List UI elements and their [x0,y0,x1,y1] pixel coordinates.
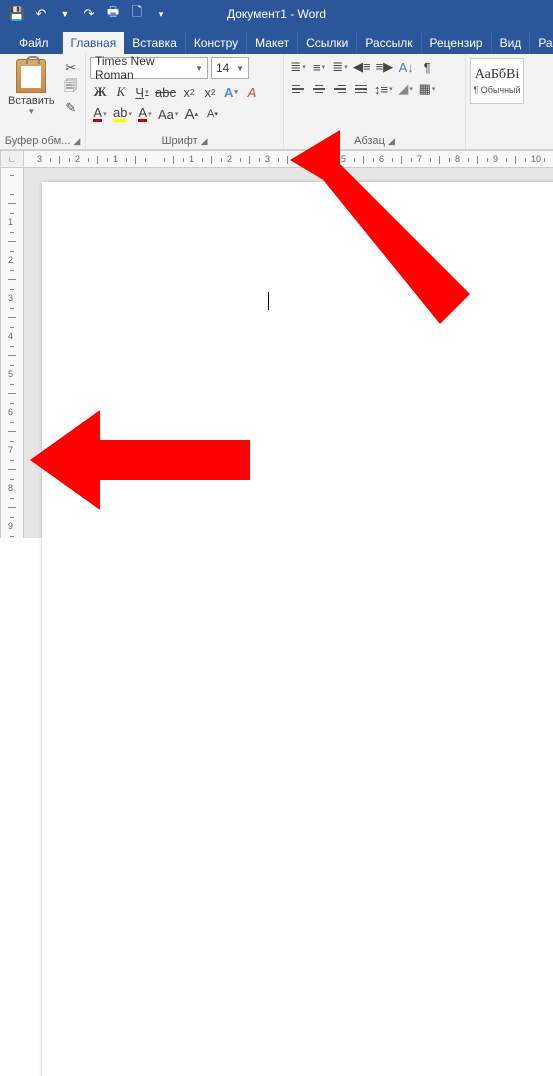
tab-view[interactable]: Вид [492,32,531,54]
tab-file[interactable]: Файл [6,32,63,54]
font-group: Times New Roman▼ 14▼ Ж К Ч▾ abc x2 x2 A▾… [86,54,284,149]
chevron-down-icon: ▼ [27,107,35,116]
quick-print-button[interactable]: 🖶 [102,3,124,25]
paste-button[interactable]: Вставить ▼ [4,57,59,118]
dialog-launcher-icon[interactable]: ◢ [73,136,80,147]
sort-button[interactable]: A↓ [396,57,416,77]
decrease-indent-button[interactable]: ◀≡ [351,57,373,77]
font-color2-button[interactable]: A▾ [135,104,155,124]
document-area [24,168,553,538]
font-size-combo[interactable]: 14 ▼ [211,57,249,79]
copy-button[interactable]: 🗐 [62,79,80,97]
align-left-button[interactable] [288,79,308,99]
horizontal-ruler[interactable]: 3211234567891011 [24,150,553,168]
bullets-button[interactable]: ≣▾ [288,57,308,77]
font-size-value: 14 [216,61,229,75]
superscript-button[interactable]: x2 [200,82,220,102]
tab-home[interactable]: Главная [63,32,125,54]
font-color-button[interactable]: A▾ [90,104,110,124]
line-spacing-button[interactable]: ↕≡▾ [372,79,395,99]
clipboard-group: Вставить ▼ ✂ 🗐 ✎ Буфер обм...◢ [0,54,86,149]
style-sample-text: АаБбВі [475,67,520,83]
increase-indent-button[interactable]: ≡▶ [374,57,396,77]
cut-button[interactable]: ✂ [62,59,80,77]
chevron-down-icon: ▼ [195,64,203,73]
shading-button[interactable]: ◢▾ [396,79,416,99]
multilevel-button[interactable]: ≣▾ [330,57,350,77]
grow-font-button[interactable]: A▴ [181,104,201,124]
redo-button[interactable]: ↷ [78,3,100,25]
change-case-button[interactable]: Aa▾ [156,104,180,124]
style-normal[interactable]: АаБбВі ¶ Обычный [470,58,524,104]
text-cursor [268,292,269,310]
page[interactable] [42,182,553,1076]
strike-button[interactable]: abc [153,82,178,102]
tab-design[interactable]: Констру [186,32,247,54]
dialog-launcher-icon[interactable]: ◢ [201,136,208,147]
ribbon: Вставить ▼ ✂ 🗐 ✎ Буфер обм...◢ Times New… [0,54,553,150]
font-name-combo[interactable]: Times New Roman▼ [90,57,208,79]
style-name-label: ¶ Обычный [473,85,520,95]
quick-access-toolbar: 💾 ↶ ▼ ↷ 🖶 🗋 ▾ [6,3,172,25]
paste-label: Вставить [8,95,55,107]
numbering-button[interactable]: ≡▾ [309,57,329,77]
tab-insert[interactable]: Вставка [124,32,186,54]
bold-button[interactable]: Ж [90,82,110,102]
title-bar: 💾 ↶ ▼ ↷ 🖶 🗋 ▾ Документ1 - Word [0,0,553,28]
align-right-button[interactable] [330,79,350,99]
align-center-button[interactable] [309,79,329,99]
clipboard-group-label: Буфер обм... [5,135,71,147]
highlight-button[interactable]: ab▾ [111,104,134,124]
styles-group: АаБбВі ¶ Обычный [466,54,528,149]
borders-button[interactable]: ▦▾ [417,79,438,99]
customize-qa-icon[interactable]: ▾ [150,3,172,25]
tab-mailings[interactable]: Рассылк [357,32,421,54]
shrink-font-button[interactable]: A▾ [202,104,222,124]
font-name-value: Times New Roman [95,54,195,82]
new-doc-button[interactable]: 🗋 [126,3,148,25]
ruler-corner[interactable]: ∟ [0,150,24,168]
clear-format-button[interactable]: A [242,82,262,102]
tab-developer[interactable]: Разрабо [530,32,553,54]
justify-button[interactable] [351,79,371,99]
underline-button[interactable]: Ч▾ [132,82,152,102]
tab-review[interactable]: Рецензир [422,32,492,54]
italic-button[interactable]: К [111,82,131,102]
vertical-ruler[interactable]: 12345678910 [0,168,24,538]
subscript-button[interactable]: x2 [179,82,199,102]
undo-button[interactable]: ↶ [30,3,52,25]
dialog-launcher-icon[interactable]: ◢ [388,136,395,147]
font-group-label: Шрифт [161,135,197,147]
paragraph-group: ≣▾ ≡▾ ≣▾ ◀≡ ≡▶ A↓ ¶ ↕≡▾ ◢▾ ▦▾ Абзац◢ [284,54,466,149]
tab-layout[interactable]: Макет [247,32,298,54]
ribbon-tabs: Файл Главная Вставка Констру Макет Ссылк… [0,28,553,54]
tab-references[interactable]: Ссылки [298,32,357,54]
window-title: Документ1 - Word [227,7,326,21]
clipboard-icon [16,59,46,93]
paragraph-group-label: Абзац [354,135,385,147]
show-marks-button[interactable]: ¶ [417,57,437,77]
chevron-down-icon: ▼ [236,64,244,73]
save-button[interactable]: 💾 [6,3,28,25]
undo-dropdown-icon[interactable]: ▼ [54,3,76,25]
format-painter-button[interactable]: ✎ [62,99,80,117]
text-effects-button[interactable]: A▾ [221,82,241,102]
